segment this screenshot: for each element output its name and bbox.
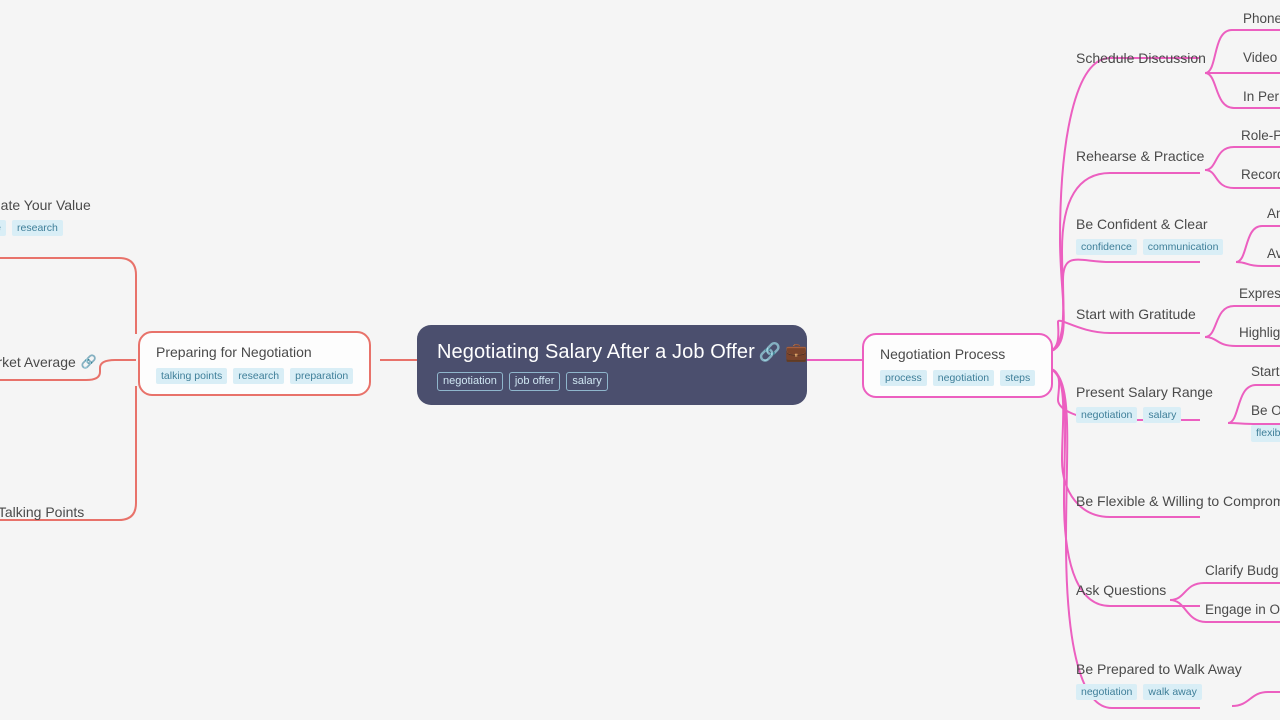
node-label: Be Op <box>1251 403 1280 418</box>
node-market-average[interactable]: Market Average 🔗 <box>0 354 97 371</box>
node-tags: talking points research preparation <box>156 367 354 385</box>
node-label: Av <box>1267 246 1280 261</box>
node-label: Present Salary Range <box>1076 384 1213 400</box>
root-tags: negotiation job offer salary <box>437 372 787 391</box>
node-tags: flexibi <box>1251 425 1280 442</box>
link-icon: 🔗 <box>80 354 97 370</box>
tag: flexibi <box>1251 425 1280 442</box>
root-title-text: Negotiating Salary After a Job Offer <box>437 341 755 363</box>
node-evaluate-your-value[interactable]: aluate Your Value lue research <box>0 197 91 237</box>
node-label: Role-P <box>1241 128 1280 143</box>
node-avoid[interactable]: Av <box>1267 246 1280 262</box>
node-label: Expres <box>1239 286 1280 301</box>
node-start[interactable]: Start <box>1251 364 1280 380</box>
node-tags: negotiation walk away <box>1076 683 1242 701</box>
tag: salary <box>566 372 608 391</box>
node-rehearse-and-practice[interactable]: Rehearse & Practice <box>1076 148 1204 165</box>
node-label: Start with Gratitude <box>1076 306 1196 322</box>
tag: preparation <box>290 367 354 385</box>
node-clarify-budget[interactable]: Clarify Budg <box>1205 563 1279 579</box>
node-prepare-talking-points[interactable]: are Talking Points <box>0 504 84 521</box>
node-tags: process negotiation steps <box>880 369 1036 387</box>
node-tags: confidence communication <box>1076 238 1224 256</box>
node-tags: lue research <box>0 219 91 237</box>
node-be-prepared-to-walk-away[interactable]: Be Prepared to Walk Away negotiation wal… <box>1076 661 1242 701</box>
node-label: Be Flexible & Willing to Compromis <box>1076 493 1280 509</box>
node-label: An <box>1267 206 1280 221</box>
node-role-play[interactable]: Role-P <box>1241 128 1280 144</box>
node-label: Highlig <box>1239 325 1280 340</box>
node-label: Be Prepared to Walk Away <box>1076 661 1242 677</box>
root-title: Negotiating Salary After a Job Offer 🔗 💼 <box>437 341 808 364</box>
node-label: Start <box>1251 364 1280 379</box>
root-node[interactable]: Negotiating Salary After a Job Offer 🔗 💼 n… <box>417 325 808 405</box>
tag: negotiation <box>932 369 995 387</box>
node-phone[interactable]: Phone <box>1243 11 1280 27</box>
tag: communication <box>1142 238 1224 256</box>
branch-negotiation-process[interactable]: Negotiation Process process negotiation … <box>862 333 1054 399</box>
node-in-person[interactable]: In Per <box>1243 89 1279 105</box>
node-start-with-gratitude[interactable]: Start with Gratitude <box>1076 306 1196 323</box>
tag: negotiation <box>1076 683 1138 701</box>
node-label: Video <box>1243 50 1278 65</box>
node-present-salary-range[interactable]: Present Salary Range negotiation salary <box>1076 384 1213 424</box>
tag: research <box>12 219 63 237</box>
node-recording[interactable]: Record <box>1241 167 1280 183</box>
node-label: Negotiation Process <box>880 346 1006 362</box>
node-label: Rehearse & Practice <box>1076 148 1205 164</box>
node-label: aluate Your Value <box>0 197 91 213</box>
node-tags: negotiation salary <box>1076 406 1213 424</box>
link-icon: 🔗 <box>758 342 782 362</box>
node-label: Ask Questions <box>1076 582 1167 598</box>
node-be-open[interactable]: Be Op flexibi <box>1251 403 1280 442</box>
node-express[interactable]: Expres <box>1239 286 1280 302</box>
node-label: Phone <box>1243 11 1280 26</box>
node-label: are Talking Points <box>0 504 85 520</box>
node-label: Engage in Op <box>1205 602 1280 617</box>
tag: negotiation <box>437 372 503 391</box>
tag: research <box>233 367 285 385</box>
node-label: In Per <box>1243 89 1280 104</box>
tag: negotiation <box>1076 406 1138 424</box>
mindmap-canvas[interactable]: Negotiating Salary After a Job Offer 🔗 💼 n… <box>0 0 1280 720</box>
tag: job offer <box>508 372 561 391</box>
tag: steps <box>1000 369 1036 387</box>
briefcase-icon: 💼 <box>785 342 808 362</box>
node-label: Preparing for Negotiation <box>156 344 312 360</box>
tag: lue <box>0 219 7 237</box>
branch-preparing-for-negotiation[interactable]: Preparing for Negotiation talking points… <box>138 331 372 397</box>
node-engage-in-open-dialogue[interactable]: Engage in Op <box>1205 602 1280 618</box>
node-ask-questions[interactable]: Ask Questions <box>1076 582 1166 599</box>
node-label: Market Average <box>0 354 76 370</box>
tag: confidence <box>1076 238 1137 256</box>
node-answer[interactable]: An <box>1267 206 1280 222</box>
node-be-flexible-and-willing-to-compromise[interactable]: Be Flexible & Willing to Compromis <box>1076 493 1280 510</box>
node-label: Be Confident & Clear <box>1076 216 1208 232</box>
node-label: Schedule Discussion <box>1076 50 1206 66</box>
tag: process <box>880 369 927 387</box>
node-label: Clarify Budg <box>1205 563 1279 578</box>
tag: walk away <box>1143 683 1202 701</box>
tag: salary <box>1143 406 1182 424</box>
node-be-confident-and-clear[interactable]: Be Confident & Clear confidence communic… <box>1076 216 1224 256</box>
node-video[interactable]: Video <box>1243 50 1277 66</box>
node-schedule-discussion[interactable]: Schedule Discussion <box>1076 50 1206 67</box>
node-label: Record <box>1241 167 1280 182</box>
tag: talking points <box>156 367 228 385</box>
node-highlight[interactable]: Highlig <box>1239 325 1280 341</box>
